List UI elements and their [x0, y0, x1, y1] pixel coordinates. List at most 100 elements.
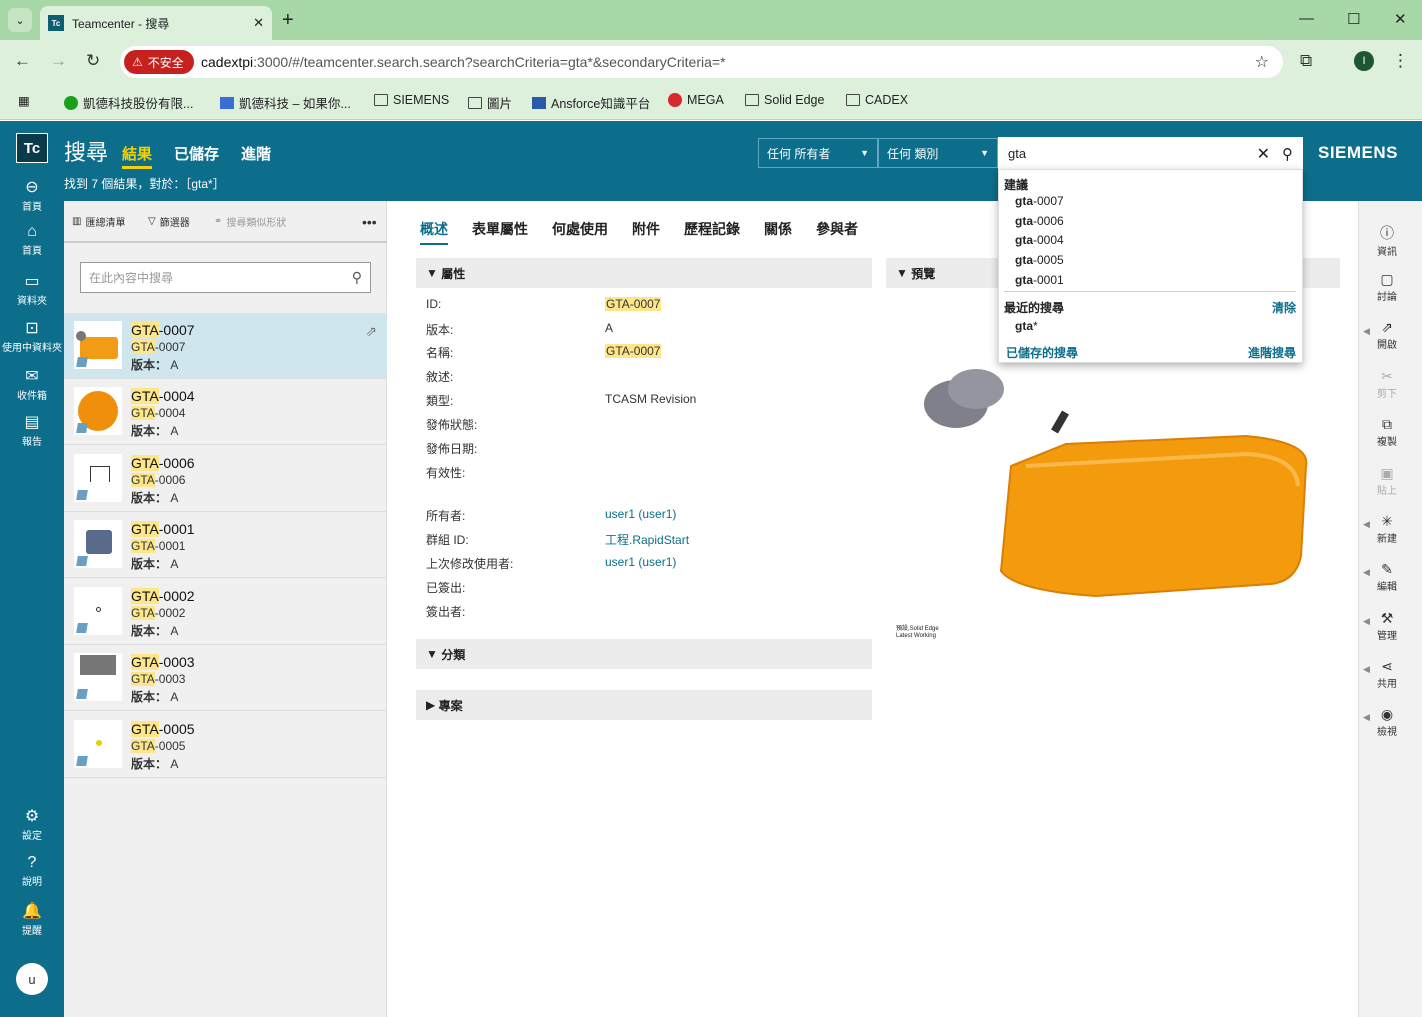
model-preview[interactable] — [916, 356, 1316, 616]
list-item[interactable]: GTA-0003 GTA-0003 版本： A — [64, 645, 387, 711]
folder-icon: ▭ — [24, 273, 40, 290]
bookmark-star-icon[interactable]: ☆ — [1255, 52, 1269, 72]
bookmark-folder[interactable]: CADEX — [846, 93, 908, 107]
apps-grid-icon[interactable]: ▦ — [18, 93, 30, 108]
bookmark-item[interactable]: MEGA — [668, 93, 724, 107]
prop-modifier-link[interactable]: user1 (user1) — [605, 555, 676, 569]
menu-icon[interactable]: ⋮ — [1392, 51, 1409, 71]
suggestion-item[interactable]: gta-0001 — [1015, 273, 1064, 287]
tab-form-properties[interactable]: 表單屬性 — [472, 219, 528, 245]
filter-button[interactable]: ▽ 篩選器 — [148, 214, 190, 229]
shape-search-button[interactable]: ⚭ 搜尋類似形狀 — [214, 214, 286, 229]
nav-help[interactable]: ? 說明 — [0, 854, 64, 888]
cmd-discuss[interactable]: ▢ 討論 — [1359, 271, 1415, 303]
list-item[interactable]: GTA-0004 GTA-0004 版本： A — [64, 379, 387, 445]
tab-history[interactable]: 歷程記錄 — [684, 219, 740, 245]
nav-saved[interactable]: 已儲存 — [174, 143, 219, 164]
project-section-header[interactable]: ▶ 專案 — [416, 690, 872, 720]
bookmark-item[interactable]: 凱德科技股份有限... — [64, 93, 193, 112]
more-icon[interactable]: ••• — [362, 214, 377, 230]
owner-filter-dropdown[interactable]: 任何 所有者 ▼ — [758, 138, 878, 168]
site-icon — [220, 96, 234, 109]
new-tab-icon[interactable]: + — [282, 9, 294, 32]
list-view-button[interactable]: ▥ 匯總清單 — [72, 214, 125, 229]
command-bar: ⓘ 資訊 ▢ 討論 ⇗ 開啟 ✂ 剪下 ⧉ 複製 ▣ 貼上 ✳ 新建 ✎ 編輯 ⚒ 管理 ⋖ 共用 … — [1358, 201, 1422, 1017]
site-icon — [64, 95, 78, 110]
close-window-icon[interactable]: ✕ — [1394, 10, 1407, 28]
search-value[interactable]: gta — [1008, 146, 1257, 161]
tab-overview[interactable]: 概述 — [420, 219, 448, 245]
nav-results[interactable]: 結果 — [122, 143, 153, 169]
nav-alerts[interactable]: 🔔 提醒 — [0, 901, 64, 937]
clear-icon[interactable]: ✕ — [1257, 144, 1270, 164]
cmd-info[interactable]: ⓘ 資訊 — [1359, 223, 1415, 258]
nav-inbox[interactable]: ✉ 收件箱 — [0, 366, 64, 402]
open-external-icon[interactable]: ⇗ — [365, 323, 377, 340]
cmd-paste[interactable]: ▣ 貼上 — [1359, 465, 1415, 497]
list-item[interactable]: GTA-0002 GTA-0002 版本： A — [64, 579, 387, 645]
avatar[interactable]: u — [16, 963, 48, 995]
nav-back-home[interactable]: ⊖ 首頁 — [0, 177, 64, 213]
global-search-input[interactable]: gta ✕ ⚲ — [998, 137, 1303, 170]
search-icon[interactable]: ⚲ — [1282, 145, 1293, 163]
recent-search-item[interactable]: gta* — [1015, 319, 1038, 333]
nav-settings[interactable]: ⚙ 設定 — [0, 806, 64, 842]
home-icon: ⌂ — [27, 223, 37, 240]
inbox-icon: ✉ — [25, 368, 39, 385]
tab-participants[interactable]: 參與者 — [816, 219, 858, 245]
maximize-icon[interactable]: ☐ — [1347, 10, 1360, 28]
nav-folders[interactable]: ▭ 資料夾 — [0, 271, 64, 307]
folder-icon — [468, 96, 482, 109]
suggestion-item[interactable]: gta-0006 — [1015, 214, 1064, 228]
cmd-cut[interactable]: ✂ 剪下 — [1359, 368, 1415, 400]
item-thumbnail — [74, 321, 122, 369]
list-item[interactable]: GTA-0006 GTA-0006 版本： A — [64, 446, 387, 512]
cmd-copy[interactable]: ⧉ 複製 — [1359, 416, 1415, 448]
bookmark-folder[interactable]: Solid Edge — [745, 93, 824, 107]
folder-icon — [846, 94, 860, 106]
suggestion-item[interactable]: gta-0005 — [1015, 253, 1064, 267]
nav-reports[interactable]: ▤ 報告 — [0, 412, 64, 448]
forward-icon[interactable]: → — [50, 51, 67, 71]
advanced-search-link[interactable]: 進階搜尋 — [1248, 344, 1296, 361]
nav-advanced[interactable]: 進階 — [241, 143, 271, 164]
bookmark-item[interactable]: Ansforce知識平台 — [532, 93, 650, 112]
bookmark-folder[interactable]: SIEMENS — [374, 93, 449, 107]
tab-attachments[interactable]: 附件 — [632, 219, 660, 245]
type-filter-dropdown[interactable]: 任何 類別 ▼ — [878, 138, 998, 168]
nav-active-folders[interactable]: ⊡ 使用中資料夾 — [0, 318, 64, 354]
browser-tab[interactable]: Tc Teamcenter - 搜尋 ✕ — [40, 6, 272, 40]
list-item[interactable]: GTA-0001 GTA-0001 版本： A — [64, 512, 387, 578]
suggestion-item[interactable]: gta-0004 — [1015, 233, 1064, 247]
suggestion-item[interactable]: gta-0007 — [1015, 194, 1064, 208]
tab-where-used[interactable]: 何處使用 — [552, 219, 608, 245]
url-field[interactable]: ⚠ 不安全 cadextpi:3000/#/teamcenter.search.… — [120, 46, 1283, 78]
list-item[interactable]: GTA-0005 GTA-0005 版本： A — [64, 712, 387, 778]
tab-relations[interactable]: 關係 — [764, 219, 792, 245]
search-icon[interactable]: ⚲ — [352, 269, 362, 286]
bookmark-folder[interactable]: 圖片 — [468, 93, 512, 112]
classification-section-header[interactable]: ▼ 分類 — [416, 639, 872, 669]
minimize-icon[interactable]: — — [1299, 10, 1314, 27]
preview-caption: 預設,Solid Edge Latest Working — [896, 626, 939, 639]
properties-section-header[interactable]: ▼ 屬性 — [416, 258, 872, 288]
list-item[interactable]: GTA-0007 GTA-0007 版本： A ⇗ — [64, 313, 387, 379]
list-filter-input[interactable]: 在此內容中搜尋 ⚲ — [80, 262, 371, 293]
saved-searches-link[interactable]: 已儲存的搜尋 — [1006, 344, 1078, 361]
item-thumbnail — [74, 520, 122, 568]
extensions-icon[interactable]: ⧉ — [1300, 51, 1312, 71]
tab-search-icon[interactable]: ⌄ — [8, 8, 32, 32]
prop-label: 有效性: — [426, 466, 466, 480]
bookmark-item[interactable]: 凱德科技 – 如果你... — [220, 93, 351, 112]
prop-owner-link[interactable]: user1 (user1) — [605, 507, 676, 521]
profile-icon[interactable]: I — [1354, 51, 1374, 71]
prop-group-link[interactable]: 工程.RapidStart — [605, 531, 689, 548]
reload-icon[interactable]: ↻ — [86, 51, 100, 71]
clear-recent-link[interactable]: 清除 — [1272, 299, 1296, 316]
close-tab-icon[interactable]: ✕ — [253, 15, 264, 31]
nav-home[interactable]: ⌂ 首頁 — [0, 223, 64, 257]
insecure-badge[interactable]: ⚠ 不安全 — [124, 50, 194, 74]
recent-header: 最近的搜尋 — [1004, 301, 1065, 315]
prop-label: 發佈狀態: — [426, 418, 478, 432]
back-icon[interactable]: ← — [14, 51, 31, 71]
